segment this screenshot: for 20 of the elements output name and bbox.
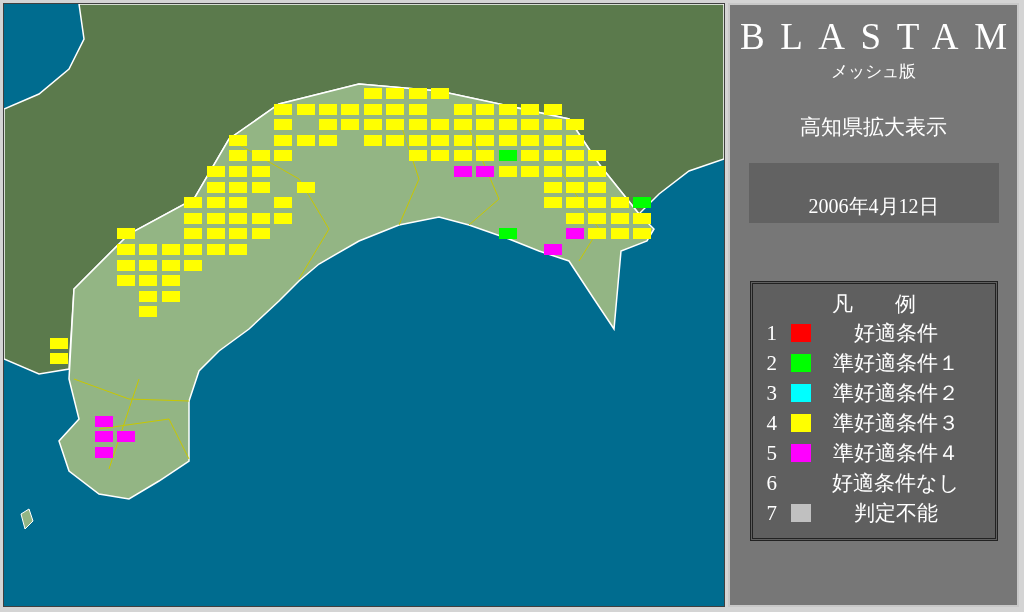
legend-label: 準好適条件３ — [832, 410, 959, 436]
legend-label: 好適条件 — [853, 320, 938, 346]
legend-number: 2 — [766, 350, 778, 376]
legend-title: 凡 例 — [831, 291, 916, 318]
legend-number: 4 — [766, 410, 778, 436]
island-drawing — [20, 508, 34, 530]
legend-number: 7 — [766, 500, 778, 526]
legend-number: 1 — [766, 320, 778, 346]
legend-number: 6 — [766, 470, 778, 496]
legend-label: 準好適条件２ — [832, 380, 959, 406]
legend-label: 準好適条件４ — [832, 440, 959, 466]
legend-label: 判定不能 — [853, 500, 938, 526]
subtitle: メッシュ版 — [831, 61, 916, 83]
legend-label: 好適条件なし — [831, 470, 960, 496]
view-label: 高知県拡大表示 — [800, 114, 947, 141]
legend-label: 準好適条件１ — [832, 350, 959, 376]
date-text: 2006年4月12日 — [808, 194, 939, 219]
legend-number: 3 — [766, 380, 778, 406]
app-title: BLASTAM — [738, 15, 1023, 59]
legend-number: 5 — [766, 440, 778, 466]
